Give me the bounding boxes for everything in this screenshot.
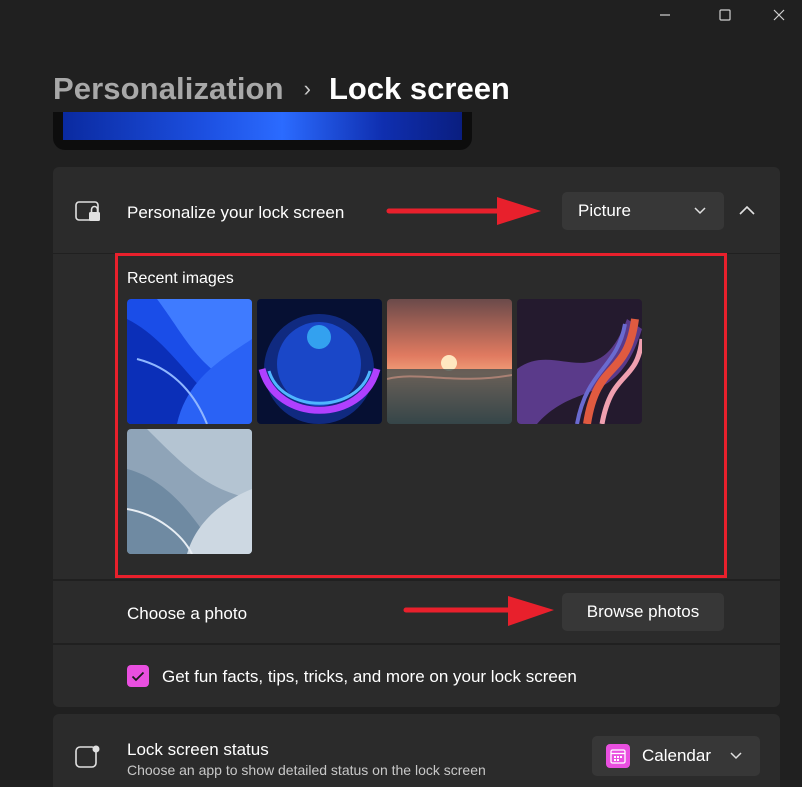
minimize-icon — [660, 14, 670, 16]
breadcrumb: Personalization › Lock screen — [53, 66, 510, 112]
fun-facts-checkbox[interactable] — [127, 665, 149, 687]
lock-screen-preview — [53, 112, 472, 150]
minimize-button[interactable] — [634, 0, 696, 30]
background-type-dropdown[interactable]: Picture — [562, 192, 724, 230]
breadcrumb-personalization[interactable]: Personalization — [53, 71, 284, 107]
status-icon — [75, 744, 101, 775]
lock-screen-icon — [75, 201, 103, 228]
status-sublabel: Choose an app to show detailed status on… — [127, 762, 486, 778]
lock-screen-status-row: Lock screen status Choose an app to show… — [53, 714, 780, 787]
maximize-button[interactable] — [694, 0, 756, 30]
page-title: Lock screen — [328, 71, 510, 106]
close-button[interactable] — [748, 0, 802, 30]
checkmark-icon — [131, 671, 145, 681]
preview-image — [63, 112, 462, 140]
calendar-icon — [606, 744, 630, 768]
browse-photos-button[interactable]: Browse photos — [562, 593, 724, 631]
dropdown-value: Picture — [578, 201, 631, 220]
choose-photo-label: Choose a photo — [127, 604, 248, 623]
fun-facts-label: Get fun facts, tips, tricks, and more on… — [162, 667, 577, 686]
chevron-down-icon — [694, 207, 706, 215]
close-icon — [773, 9, 785, 21]
recent-images-highlight — [115, 253, 727, 578]
chevron-up-icon — [739, 205, 755, 215]
breadcrumb-separator: › — [303, 76, 311, 101]
collapse-button[interactable] — [739, 202, 755, 220]
arrow-to-dropdown-icon — [386, 197, 541, 225]
maximize-icon — [719, 9, 731, 21]
status-app-dropdown[interactable]: Calendar — [592, 736, 760, 776]
fun-facts-row: Get fun facts, tips, tricks, and more on… — [53, 645, 780, 707]
arrow-to-browse-icon — [403, 596, 554, 626]
dropdown-selected: Calendar — [606, 744, 711, 768]
chevron-down-icon — [730, 752, 742, 760]
personalize-label: Personalize your lock screen — [127, 203, 345, 222]
status-label: Lock screen status — [127, 740, 269, 759]
dropdown-value: Calendar — [642, 746, 711, 765]
